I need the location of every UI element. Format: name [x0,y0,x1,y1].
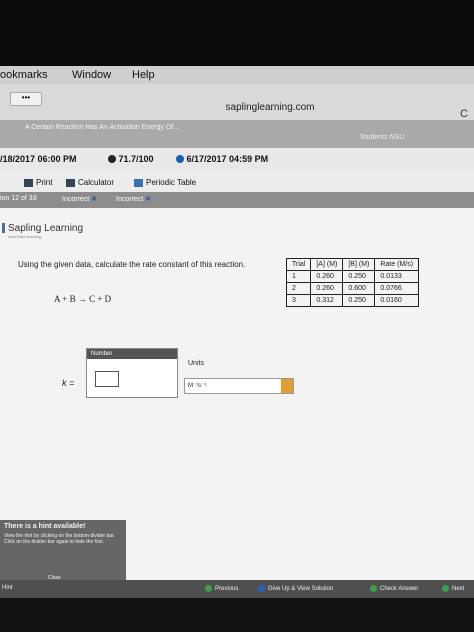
hint-tab[interactable]: Hint [2,585,13,591]
print-icon [24,178,33,187]
address-bar[interactable]: saplinglearning.com [120,102,420,113]
table-cell: 0.312 [310,294,344,307]
table-cell: 3 [285,294,312,307]
table-header: Trial [285,258,312,271]
reaction-equation: A + B → C + D [54,294,112,304]
table-header: [B] (M) [342,258,376,271]
units-label: Units [188,360,204,367]
give-up-button[interactable]: Give Up & View Solution [258,585,333,592]
k-label: k = [62,378,75,388]
sapling-logo: Sapling Learning macmillan learning [2,223,83,239]
menu-help[interactable]: Help [132,69,155,81]
periodic-table-button[interactable]: Periodic Table [134,178,196,187]
table-cell: 0.0133 [374,270,420,283]
clock-icon [108,155,116,163]
number-label: Number [87,349,177,359]
table-cell: 0.250 [342,270,376,283]
table-cell: 0.260 [310,282,344,295]
calculator-icon [66,178,75,187]
table-header: Rate (M/s) [374,258,420,271]
periodic-table-icon [134,178,143,187]
table-cell: 2 [285,282,312,295]
start-date: /18/2017 06:00 PM [0,154,77,164]
table-cell: 0.0160 [374,294,420,307]
next-button[interactable]: Next [442,585,464,592]
previous-button[interactable]: Previous [205,585,238,592]
units-select[interactable]: M⁻¹s⁻¹ [184,378,294,394]
check-icon [370,585,377,592]
tab-strip: A Certain Reaction Has An Activation Ene… [0,120,474,148]
number-answer-box: Number [86,348,178,398]
previous-icon [205,585,212,592]
question-panel: Sapling Learning macmillan learning Usin… [0,208,474,598]
tab-current[interactable]: A Certain Reaction Has An Activation Ene… [25,124,179,131]
menu-window[interactable]: Window [72,69,111,81]
due-date: 6/17/2017 04:59 PM [176,154,268,164]
table-header: [A] (M) [310,258,344,271]
question-navigation: ion 12 of 33 Incorrect ✕ Incorrect ✕ [0,192,474,208]
print-button[interactable]: Print [24,178,52,187]
footer-bar: Hint Previous Give Up & View Solution Ch… [0,580,474,598]
menu-bar: ookmarks Window Help [0,66,474,84]
browser-toolbar: ••• saplinglearning.com C [0,84,474,120]
score: 71.7/100 [108,154,154,164]
calculator-button[interactable]: Calculator [66,178,114,187]
hint-body: View the hint by clicking on the bottom … [4,533,115,545]
give-up-icon [258,585,265,592]
assignment-info-bar: /18/2017 06:00 PM 71.7/100 6/17/2017 04:… [0,148,474,170]
question-counter: ion 12 of 33 [0,195,37,202]
table-cell: 0.600 [342,282,376,295]
info-icon [176,155,184,163]
table-row: 3 0.312 0.250 0.0160 [285,294,420,307]
table-cell: 1 [285,270,312,283]
number-input[interactable] [95,371,119,387]
check-answer-button[interactable]: Check Answer [370,585,418,592]
table-row: 2 0.260 0.600 0.0766 [285,282,420,295]
table-cell: 0.0766 [374,282,420,295]
tools-bar: Print Calculator Periodic Table [0,170,474,192]
hint-title: There is a hint available! [4,523,86,530]
incorrect-x-icon: ✕ [91,196,98,203]
hint-popup: There is a hint available! View the hint… [0,520,126,584]
logo-mark [2,223,5,233]
reload-icon[interactable]: C [460,108,468,120]
incorrect-x-icon: ✕ [145,196,152,203]
table-header-row: Trial [A] (M) [B] (M) Rate (M/s) [285,258,420,271]
table-row: 1 0.260 0.250 0.0133 [285,270,420,283]
table-cell: 0.260 [310,270,344,283]
tab-overview-button[interactable]: ••• [10,92,42,106]
units-stepper-icon[interactable] [281,379,293,393]
attempt-1[interactable]: Incorrect ✕ [62,195,97,203]
desk-background [0,598,474,632]
attempt-2[interactable]: Incorrect ✕ [116,195,151,203]
next-icon [442,585,449,592]
rate-data-table: Trial [A] (M) [B] (M) Rate (M/s) 1 0.260… [285,258,420,307]
question-text: Using the given data, calculate the rate… [18,260,246,269]
tab-students[interactable]: Students NSU [360,134,404,141]
table-cell: 0.250 [342,294,376,307]
menu-bookmarks[interactable]: ookmarks [0,69,48,81]
